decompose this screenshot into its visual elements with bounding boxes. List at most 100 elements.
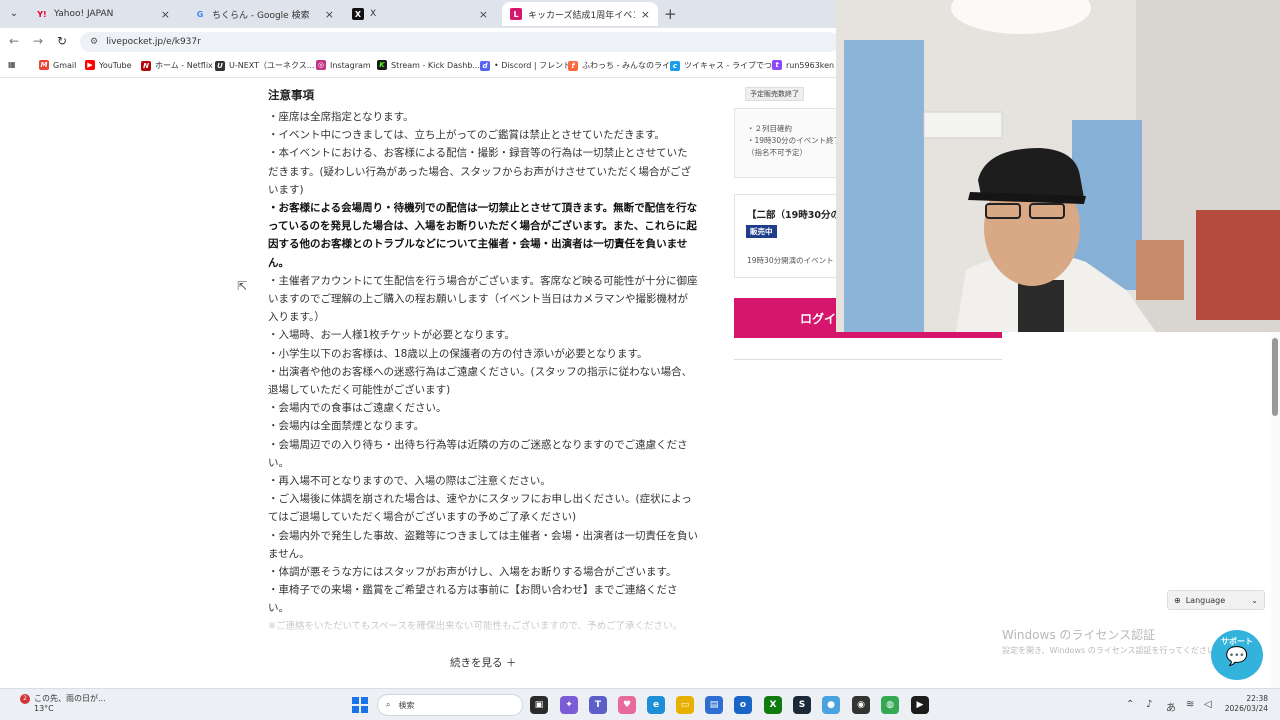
tab-close-icon[interactable]: ×	[325, 8, 334, 21]
bookmark-label: YouTube	[99, 60, 132, 70]
back-arrow-icon[interactable]: ←	[9, 34, 19, 48]
notice-item: ・会場内での食事はご遠慮ください。	[268, 402, 447, 415]
show-more-button[interactable]: 続きを見る ＋	[450, 655, 516, 670]
bookmark-twitch[interactable]: t run5963ken -	[772, 60, 840, 70]
instagram-icon: ◎	[316, 60, 326, 70]
bookmark-youtube[interactable]: ▶ YouTube	[85, 60, 132, 70]
apps-grid-icon[interactable]: ▦	[8, 60, 16, 69]
bookmark-unext[interactable]: U U-NEXT（ユーネクス...	[215, 60, 314, 71]
chevron-down-icon: ⌄	[1251, 595, 1258, 605]
file-explorer-icon[interactable]: ▭	[676, 696, 694, 714]
tab-label: キッカーズ結成1周年イベントのチケ	[528, 10, 635, 21]
tab-close-icon[interactable]: ×	[641, 8, 650, 21]
new-tab-plus-icon[interactable]: +	[664, 5, 677, 23]
ticket-card-note: 19時30分開演のイベント	[747, 256, 834, 265]
microphone-icon[interactable]: ♪	[1146, 699, 1152, 710]
system-clock[interactable]: 22:38 2026/03/24	[1222, 694, 1268, 714]
language-selector[interactable]: ⊕ Language ⌄	[1167, 590, 1265, 610]
bookmark-label: • Discord | フレンド	[494, 61, 572, 70]
bookmark-discord[interactable]: d • Discord | フレンド	[480, 60, 571, 71]
notice-item: ・本イベントにおける、お客様による配信・撮影・録音等の行為は一切禁止とさせていた…	[268, 147, 692, 196]
notice-item: ・主催者アカウントにて生配信を行う場合がございます。客席など映る可能性が十分に御…	[268, 274, 698, 324]
chrome-icon[interactable]: ◍	[881, 696, 899, 714]
notice-item: ・再入場不可となりますので、入場の際はご注意ください。	[268, 475, 551, 488]
notice-title: 注意事項	[268, 88, 314, 102]
bookmark-netflix[interactable]: N ホーム - Netflix	[141, 60, 213, 71]
ime-indicator[interactable]: あ	[1166, 699, 1176, 714]
bookmark-label: Instagram	[330, 60, 371, 70]
search-placeholder: 検索	[398, 700, 415, 710]
netflix-icon: N	[141, 60, 151, 71]
copilot-icon[interactable]: ✦	[560, 696, 578, 714]
tab-google-search[interactable]: G ちくらん - Google 検索 ×	[186, 2, 342, 26]
screen: ⌄ Y! Yahoo! JAPAN × G ちくらん - Google 検索 ×…	[0, 0, 1280, 720]
wifi-icon[interactable]: ≋	[1186, 699, 1194, 710]
discord-icon: d	[480, 60, 490, 71]
obs-icon[interactable]: ◉	[852, 696, 870, 714]
text-fade-overlay	[260, 614, 710, 644]
globe-icon: ⊕	[1174, 595, 1181, 605]
bookmark-gmail[interactable]: M Gmail	[39, 60, 76, 70]
bookmark-label: U-NEXT（ユーネクス...	[229, 61, 315, 70]
livepocket-favicon-icon: L	[510, 8, 522, 20]
on-sale-badge: 販売中	[746, 225, 777, 238]
app-icon[interactable]: ●	[822, 696, 840, 714]
tab-label: Yahoo! JAPAN	[54, 9, 114, 19]
taskbar-search[interactable]: ⌕ 検索	[377, 694, 523, 716]
app-icon[interactable]: ♥	[618, 696, 636, 714]
scrollbar-thumb[interactable]	[1272, 338, 1278, 416]
search-icon: ⌕	[386, 700, 391, 709]
notice-item: ・車椅子での来場・鑑賞をご希望される方は事前に【お問い合わせ】までご連絡ください…	[268, 584, 678, 615]
weather-widget[interactable]: 2 この先、雨の日が... 13°C	[18, 694, 106, 714]
notice-item: ・入場時、お一人様1枚チケットが必要となります。	[268, 329, 515, 342]
tab-close-icon[interactable]: ×	[479, 8, 488, 21]
windows-start-icon[interactable]	[352, 697, 368, 713]
weather-temp: 13°C	[34, 704, 54, 713]
notice-item: ・体調が悪そうな方にはスタッフがお声がけし、入場をお断りする場合がございます。	[268, 566, 677, 579]
tab-livepocket-event[interactable]: L キッカーズ結成1周年イベントのチケ ×	[502, 2, 658, 26]
address-bar[interactable]: ⚙ livepocket.jp/e/k937r	[80, 32, 840, 52]
tab-close-icon[interactable]: ×	[161, 8, 170, 21]
bookmark-label: ふわっち - みんなのライ...	[582, 61, 678, 70]
teams-icon[interactable]: T	[589, 696, 607, 714]
edge-icon[interactable]: e	[647, 696, 665, 714]
volume-icon[interactable]: ◁	[1204, 699, 1212, 710]
store-icon[interactable]: ▤	[705, 696, 723, 714]
yahoo-favicon-icon: Y!	[37, 9, 47, 19]
forward-arrow-icon[interactable]: →	[33, 34, 43, 48]
kick-icon: K	[377, 60, 387, 70]
bookmark-kick[interactable]: K Stream - Kick Dashb...	[377, 60, 480, 70]
bookmark-twitcasting[interactable]: c ツイキャス - ライブでつ...	[670, 60, 780, 71]
task-view-icon[interactable]: ▣	[530, 696, 548, 714]
site-info-icon[interactable]: ⚙	[90, 37, 98, 47]
unext-icon: U	[215, 60, 225, 71]
notification-badge: 2	[20, 694, 30, 704]
chevron-up-icon[interactable]: ⌃	[1126, 699, 1134, 710]
outlook-icon[interactable]: o	[734, 696, 752, 714]
tab-x[interactable]: X X ×	[344, 2, 496, 26]
tab-label: X	[370, 9, 377, 19]
xbox-icon[interactable]: X	[764, 696, 782, 714]
support-chat-button[interactable]: サポート 💬	[1211, 630, 1263, 680]
steam-icon[interactable]: S	[793, 696, 811, 714]
bookmark-label: ツイキャス - ライブでつ...	[684, 61, 780, 70]
notice-item: ・イベント中につきましては、立ち上がってのご鑑賞は禁止とさせていただきます。	[268, 129, 665, 142]
bookmark-label: ホーム - Netflix	[155, 61, 213, 70]
url-text: livepocket.jp/e/k937r	[106, 37, 201, 47]
bookmark-label: Stream - Kick Dashb...	[391, 60, 480, 70]
reload-icon[interactable]: ↻	[57, 34, 67, 48]
tab-yahoo[interactable]: Y! Yahoo! JAPAN ×	[28, 2, 178, 26]
tab-label: ちくらん - Google 検索	[212, 10, 310, 21]
notice-item: ・ご入場後に体調を崩された場合は、速やかにスタッフにお申し出ください。(症状によ…	[268, 493, 692, 524]
tab-search-chevron-icon[interactable]: ⌄	[6, 6, 22, 22]
notice-item: ・出演者や他のお客様への迷惑行為はご遠慮ください。(スタッフの指示に従わない場合…	[268, 365, 693, 397]
fuwatch-icon: f	[568, 60, 578, 71]
activation-subtitle: 設定を開き、Windows のライセンス認証を行ってください。	[1002, 646, 1223, 655]
webcam-overlay	[836, 0, 1280, 332]
x-favicon-icon: X	[352, 8, 364, 20]
webcam-image	[836, 0, 1280, 332]
media-app-icon[interactable]: ▶	[911, 696, 929, 714]
bookmark-fuwatch[interactable]: f ふわっち - みんなのライ...	[568, 60, 678, 71]
windows-taskbar: 2 この先、雨の日が... 13°C ⌕ 検索 ▣ ✦ T ♥ e ▭ ▤ o …	[0, 688, 1280, 720]
bookmark-instagram[interactable]: ◎ Instagram	[316, 60, 371, 70]
